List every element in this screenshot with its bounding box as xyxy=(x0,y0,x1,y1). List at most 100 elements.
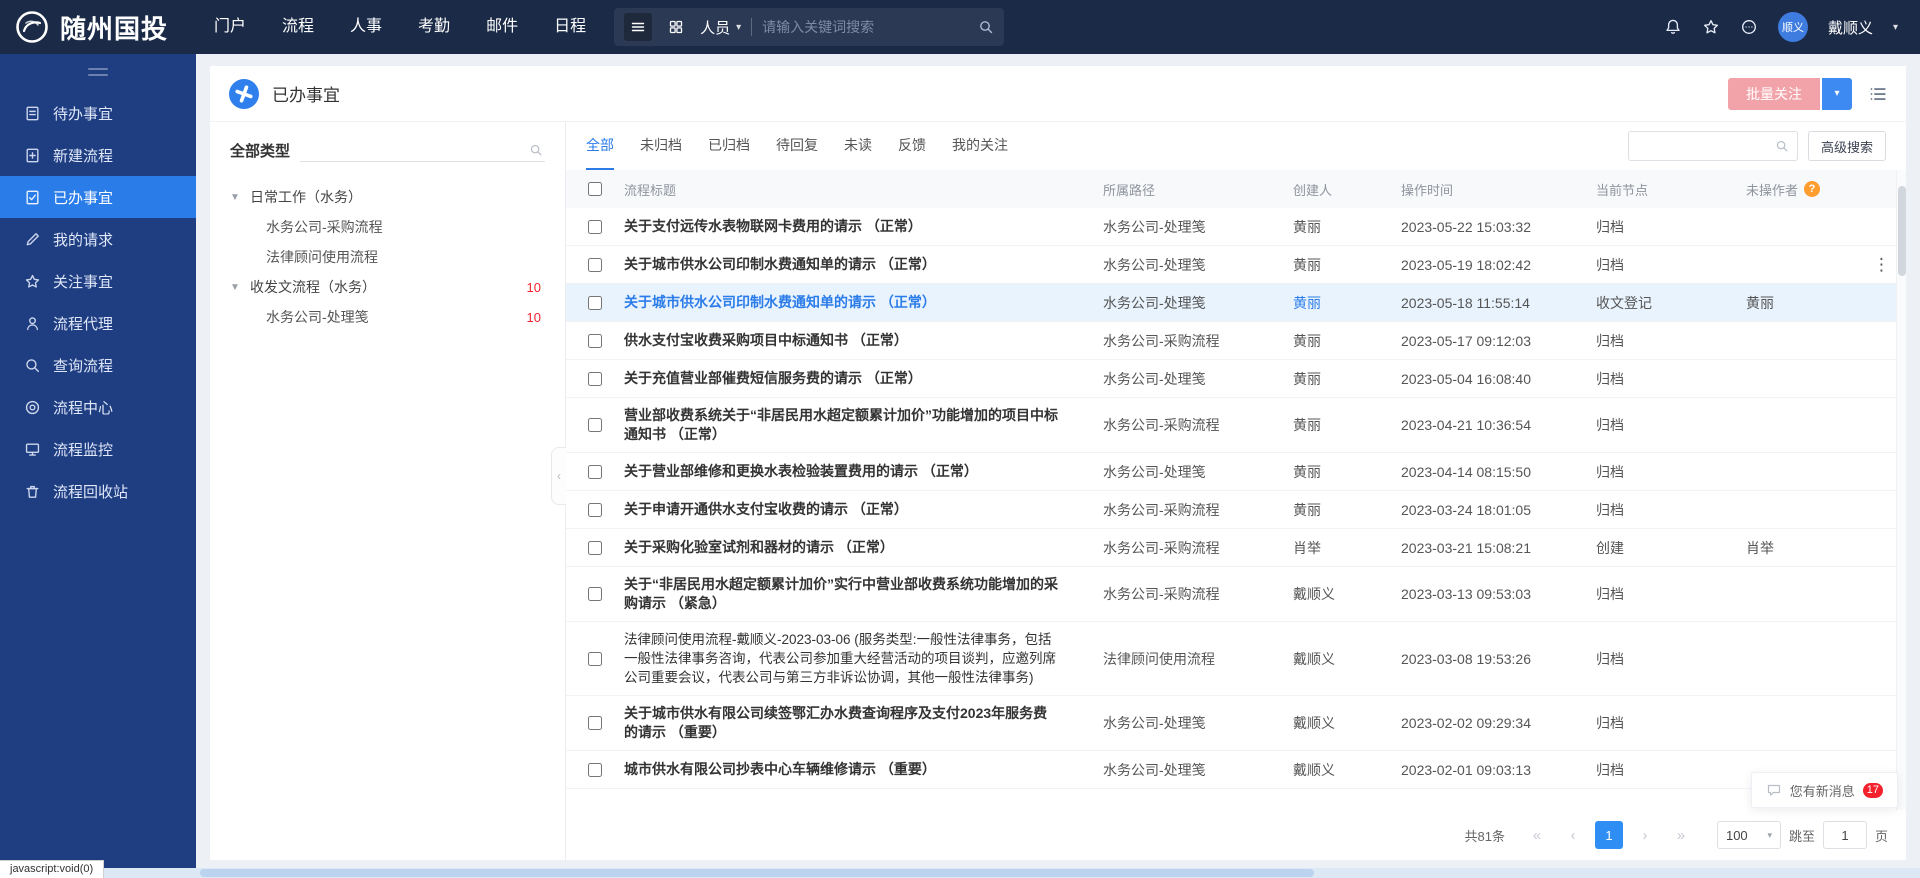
row-checkbox[interactable] xyxy=(588,587,602,601)
row-creator[interactable]: 肖举 xyxy=(1293,538,1401,558)
table-row[interactable]: 关于城市供水公司印制水费通知单的请示 （正常）水务公司-处理笺黄丽2023-05… xyxy=(566,284,1906,322)
select-all-checkbox[interactable] xyxy=(588,182,602,196)
table-row[interactable]: 城市供水有限公司抄表中心车辆维修请示 （重要）水务公司-处理笺戴顺义2023-0… xyxy=(566,751,1906,789)
table-row[interactable]: 关于营业部维修和更换水表检验装置费用的请示 （正常）水务公司-处理笺黄丽2023… xyxy=(566,453,1906,491)
tree-node[interactable]: 法律顾问使用流程 xyxy=(230,242,545,272)
search-icon[interactable] xyxy=(978,19,994,35)
column-header[interactable]: 流程标题 xyxy=(624,180,1103,199)
row-checkbox[interactable] xyxy=(588,418,602,432)
tree-node[interactable]: 水务公司-采购流程 xyxy=(230,212,545,242)
row-creator[interactable]: 黄丽 xyxy=(1293,255,1401,275)
topnav-item-3[interactable]: 人事 xyxy=(332,0,400,54)
row-title[interactable]: 关于城市供水公司印制水费通知单的请示 （正常） xyxy=(624,255,1103,274)
sidebar-item-6[interactable]: 流程代理 xyxy=(0,302,196,344)
row-creator[interactable]: 黄丽 xyxy=(1293,500,1401,520)
table-search-input[interactable] xyxy=(1637,139,1771,154)
row-checkbox[interactable] xyxy=(588,465,602,479)
scrollbar-thumb[interactable] xyxy=(1898,186,1906,276)
hscrollbar-thumb[interactable] xyxy=(200,869,1314,877)
avatar[interactable]: 顺义 xyxy=(1778,12,1808,42)
table-row[interactable]: 关于城市供水公司印制水费通知单的请示 （正常）水务公司-处理笺黄丽2023-05… xyxy=(566,246,1906,284)
tab-1[interactable]: 全部 xyxy=(586,122,614,170)
tab-2[interactable]: 未归档 xyxy=(640,122,682,170)
row-checkbox[interactable] xyxy=(588,334,602,348)
row-creator[interactable]: 黄丽 xyxy=(1293,293,1401,313)
row-creator[interactable]: 黄丽 xyxy=(1293,217,1401,237)
tab-7[interactable]: 我的关注 xyxy=(952,122,1008,170)
prev-page-button[interactable]: ‹ xyxy=(1559,821,1587,849)
topnav-item-4[interactable]: 考勤 xyxy=(400,0,468,54)
tree-caret-icon[interactable]: ▼ xyxy=(230,192,250,203)
row-title[interactable]: 关于采购化验室试剂和器材的请示 （正常） xyxy=(624,538,1103,557)
more-circle-icon[interactable] xyxy=(1740,18,1758,36)
column-header[interactable]: 操作时间 xyxy=(1401,180,1596,199)
row-more-icon[interactable]: ⋮ xyxy=(1873,255,1890,275)
next-page-button[interactable]: › xyxy=(1631,821,1659,849)
global-search-input[interactable] xyxy=(762,19,968,35)
batch-follow-dropdown-button[interactable]: ▾ xyxy=(1822,78,1852,110)
sidebar-item-5[interactable]: 关注事宜 xyxy=(0,260,196,302)
row-creator[interactable]: 戴顺义 xyxy=(1293,713,1401,733)
people-dropdown[interactable]: 人员 ▾ xyxy=(700,17,741,38)
bell-icon[interactable] xyxy=(1664,18,1682,36)
row-title[interactable]: 关于申请开通供水支付宝收费的请示 （正常） xyxy=(624,500,1103,519)
row-title[interactable]: 关于营业部维修和更换水表检验装置费用的请示 （正常） xyxy=(624,462,1103,481)
vertical-scrollbar[interactable] xyxy=(1896,170,1906,810)
row-checkbox[interactable] xyxy=(588,763,602,777)
column-header[interactable]: 当前节点 xyxy=(1596,180,1746,199)
help-icon[interactable]: ? xyxy=(1804,181,1820,197)
tree-node[interactable]: 水务公司-处理笺10 xyxy=(230,302,545,332)
row-title[interactable]: 营业部收费系统关于“非居民用水超定额累计加价”功能增加的项目中标通知书 （正常） xyxy=(624,406,1103,444)
brand[interactable]: 随州国投 xyxy=(0,9,196,46)
column-header[interactable]: 所属路径 xyxy=(1103,180,1293,199)
column-header[interactable]: 创建人 xyxy=(1293,180,1401,199)
collapse-tree-icon[interactable]: ‹ xyxy=(551,447,566,505)
sidebar-collapse-handle[interactable] xyxy=(85,64,111,80)
current-page-button[interactable]: 1 xyxy=(1595,821,1623,849)
row-checkbox[interactable] xyxy=(588,716,602,730)
row-title[interactable]: 供水支付宝收费采购项目中标通知书 （正常） xyxy=(624,331,1103,350)
sidebar-item-7[interactable]: 查询流程 xyxy=(0,344,196,386)
row-title[interactable]: 关于城市供水公司印制水费通知单的请示 （正常） xyxy=(624,293,1103,312)
sidebar-item-10[interactable]: 流程回收站 xyxy=(0,470,196,512)
row-checkbox[interactable] xyxy=(588,296,602,310)
topnav-item-5[interactable]: 邮件 xyxy=(468,0,536,54)
table-row[interactable]: 关于采购化验室试剂和器材的请示 （正常）水务公司-采购流程肖举2023-03-2… xyxy=(566,529,1906,567)
topnav-item-2[interactable]: 流程 xyxy=(264,0,332,54)
table-row[interactable]: 关于城市供水有限公司续签鄂汇办水费查询程序及支付2023年服务费的请示 （重要）… xyxy=(566,696,1906,751)
tree-caret-icon[interactable]: ▼ xyxy=(230,282,250,293)
sidebar-item-8[interactable]: 流程中心 xyxy=(0,386,196,428)
tab-5[interactable]: 未读 xyxy=(844,122,872,170)
row-checkbox[interactable] xyxy=(588,372,602,386)
sidebar-item-9[interactable]: 流程监控 xyxy=(0,428,196,470)
table-row[interactable]: 关于“非居民用水超定额累计加价”实行中营业部收费系统功能增加的采购请示 （紧急）… xyxy=(566,567,1906,622)
user-chevron-down-icon[interactable]: ▾ xyxy=(1893,22,1898,33)
table-row[interactable]: 关于申请开通供水支付宝收费的请示 （正常）水务公司-采购流程黄丽2023-03-… xyxy=(566,491,1906,529)
message-toast[interactable]: 您有新消息 17 xyxy=(1751,772,1898,808)
topnav-item-1[interactable]: 门户 xyxy=(196,0,264,54)
sidebar-item-1[interactable]: 待办事宜 xyxy=(0,92,196,134)
last-page-button[interactable]: » xyxy=(1667,821,1695,849)
column-header[interactable]: 未操作者? xyxy=(1746,180,1896,199)
table-row[interactable]: 关于支付远传水表物联网卡费用的请示 （正常）水务公司-处理笺黄丽2023-05-… xyxy=(566,208,1906,246)
table-row[interactable]: 营业部收费系统关于“非居民用水超定额累计加价”功能增加的项目中标通知书 （正常）… xyxy=(566,398,1906,453)
row-creator[interactable]: 戴顺义 xyxy=(1293,760,1401,780)
tab-3[interactable]: 已归档 xyxy=(708,122,750,170)
tree-node[interactable]: ▼收发文流程（水务）10 xyxy=(230,272,545,302)
row-title[interactable]: 关于充值营业部催费短信服务费的请示 （正常） xyxy=(624,369,1103,388)
row-title[interactable]: 法律顾问使用流程-戴顺义-2023-03-06 (服务类型:一般性法律事务，包括… xyxy=(624,630,1103,687)
list-view-icon[interactable] xyxy=(1868,84,1888,104)
row-creator[interactable]: 黄丽 xyxy=(1293,369,1401,389)
row-creator[interactable]: 戴顺义 xyxy=(1293,584,1401,604)
apps-grid-icon[interactable] xyxy=(662,13,690,41)
table-row[interactable]: 关于充值营业部催费短信服务费的请示 （正常）水务公司-处理笺黄丽2023-05-… xyxy=(566,360,1906,398)
row-creator[interactable]: 戴顺义 xyxy=(1293,649,1401,669)
tree-search-input[interactable] xyxy=(302,142,525,157)
batch-follow-button[interactable]: 批量关注 xyxy=(1728,78,1820,110)
tab-6[interactable]: 反馈 xyxy=(898,122,926,170)
row-checkbox[interactable] xyxy=(588,541,602,555)
row-checkbox[interactable] xyxy=(588,503,602,517)
tab-4[interactable]: 待回复 xyxy=(776,122,818,170)
row-title[interactable]: 城市供水有限公司抄表中心车辆维修请示 （重要） xyxy=(624,760,1103,779)
first-page-button[interactable]: « xyxy=(1523,821,1551,849)
